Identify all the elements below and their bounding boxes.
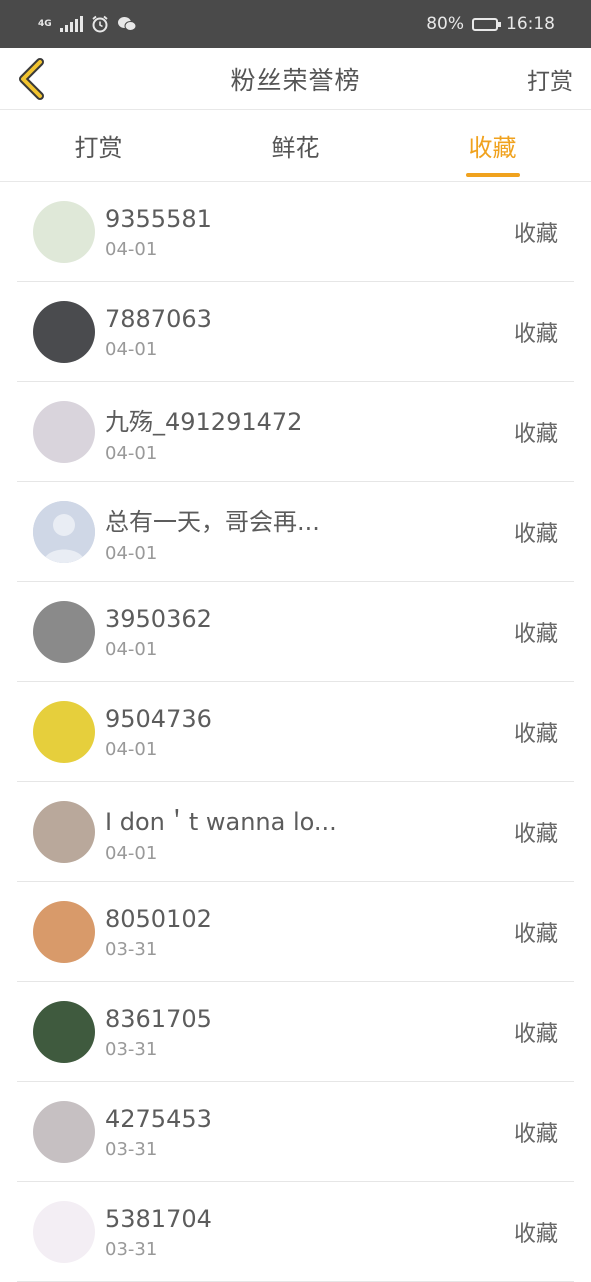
- avatar: [33, 200, 95, 263]
- favorite-label: 收藏: [513, 1021, 558, 1047]
- list-item[interactable]: 9355581 04-01 收藏: [17, 182, 574, 282]
- avatar: [33, 500, 95, 563]
- list-item[interactable]: I don＇t wanna lo... 04-01 收藏: [17, 782, 574, 882]
- favorite-label: 收藏: [513, 521, 558, 547]
- fan-name: I don＇t wanna lo...: [105, 807, 337, 836]
- avatar: [33, 1100, 95, 1163]
- fan-date: 04-01: [105, 442, 158, 464]
- battery-icon: [472, 17, 501, 31]
- fan-date: 03-31: [105, 1239, 158, 1260]
- favorite-label: 收藏: [513, 1121, 558, 1147]
- favorite-label: 收藏: [513, 1221, 558, 1247]
- network-type: 4G: [38, 18, 52, 29]
- avatar: [33, 700, 95, 763]
- fan-date: 03-31: [105, 1139, 158, 1160]
- fan-date: 04-01: [105, 739, 158, 760]
- favorite-label: 收藏: [513, 721, 558, 747]
- list-item[interactable]: 九殇_491291472 04-01 收藏: [17, 382, 574, 482]
- favorite-label: 收藏: [513, 221, 558, 247]
- battery-percent: 80%: [426, 14, 464, 34]
- favorite-label: 收藏: [513, 621, 558, 647]
- list-item[interactable]: 8050102 03-31 收藏: [17, 882, 574, 982]
- page-title: 粉丝荣誉榜: [230, 65, 361, 95]
- list-item[interactable]: 3950362 04-01 收藏: [17, 582, 574, 682]
- favorite-label: 收藏: [513, 921, 558, 947]
- list-item[interactable]: 8361705 03-31 收藏: [17, 982, 574, 1082]
- chevron-left-icon: [19, 58, 44, 100]
- fan-name: 7887063: [105, 305, 212, 333]
- back-button[interactable]: [14, 56, 54, 102]
- favorite-label: 收藏: [513, 321, 558, 347]
- list-item[interactable]: 4275453 03-31 收藏: [17, 1082, 574, 1182]
- fan-name: 九殇_491291472: [105, 407, 303, 436]
- list-item[interactable]: 总有一天，哥会再... 04-01 收藏: [17, 482, 574, 582]
- fan-date: 04-01: [105, 542, 158, 564]
- list-item[interactable]: 7887063 04-01 收藏: [17, 282, 574, 382]
- tab-flowers[interactable]: 鲜花: [197, 110, 394, 181]
- fan-name: 9355581: [105, 205, 212, 233]
- fan-list: 9355581 04-01 收藏 7887063 04-01 收藏 九殇_49129…: [17, 182, 574, 1282]
- status-right: 80% 16:18: [426, 14, 555, 34]
- status-bar: 4G 80% 16:18: [0, 0, 591, 48]
- fan-date: 03-31: [105, 1039, 158, 1060]
- reward-button[interactable]: 打赏: [527, 62, 573, 96]
- status-left: 4G: [38, 15, 137, 33]
- fan-name: 4275453: [105, 1105, 212, 1133]
- alarm-icon: [92, 15, 108, 33]
- fan-date: 04-01: [105, 239, 158, 260]
- wechat-icon: [117, 17, 137, 31]
- avatar: [33, 600, 95, 663]
- fan-name: 9504736: [105, 705, 212, 733]
- fan-name: 8050102: [105, 905, 212, 933]
- favorite-label: 收藏: [513, 421, 558, 447]
- fan-date: 04-01: [105, 842, 158, 864]
- list-item[interactable]: 5381704 03-31 收藏: [17, 1182, 574, 1282]
- nav-bar: 粉丝荣誉榜 打赏: [0, 48, 591, 110]
- avatar: [33, 400, 95, 463]
- tab-bar: 打赏 鲜花 收藏: [0, 110, 591, 182]
- fan-name: 5381704: [105, 1205, 212, 1233]
- fan-date: 04-01: [105, 339, 158, 360]
- favorite-label: 收藏: [513, 821, 558, 847]
- fan-name: 8361705: [105, 1005, 212, 1033]
- default-avatar-icon: [33, 500, 95, 563]
- list-item[interactable]: 9504736 04-01 收藏: [17, 682, 574, 782]
- tab-favorites[interactable]: 收藏: [394, 110, 591, 181]
- avatar: [33, 800, 95, 863]
- fan-name: 总有一天，哥会再...: [105, 507, 320, 536]
- fan-date: 03-31: [105, 939, 158, 960]
- clock: 16:18: [506, 14, 555, 34]
- avatar: [33, 300, 95, 363]
- avatar: [33, 1200, 95, 1263]
- avatar: [33, 900, 95, 963]
- fan-date: 04-01: [105, 639, 158, 660]
- avatar: [33, 1000, 95, 1063]
- tab-reward[interactable]: 打赏: [0, 110, 197, 181]
- fan-name: 3950362: [105, 605, 212, 633]
- signal-icon: [59, 16, 83, 32]
